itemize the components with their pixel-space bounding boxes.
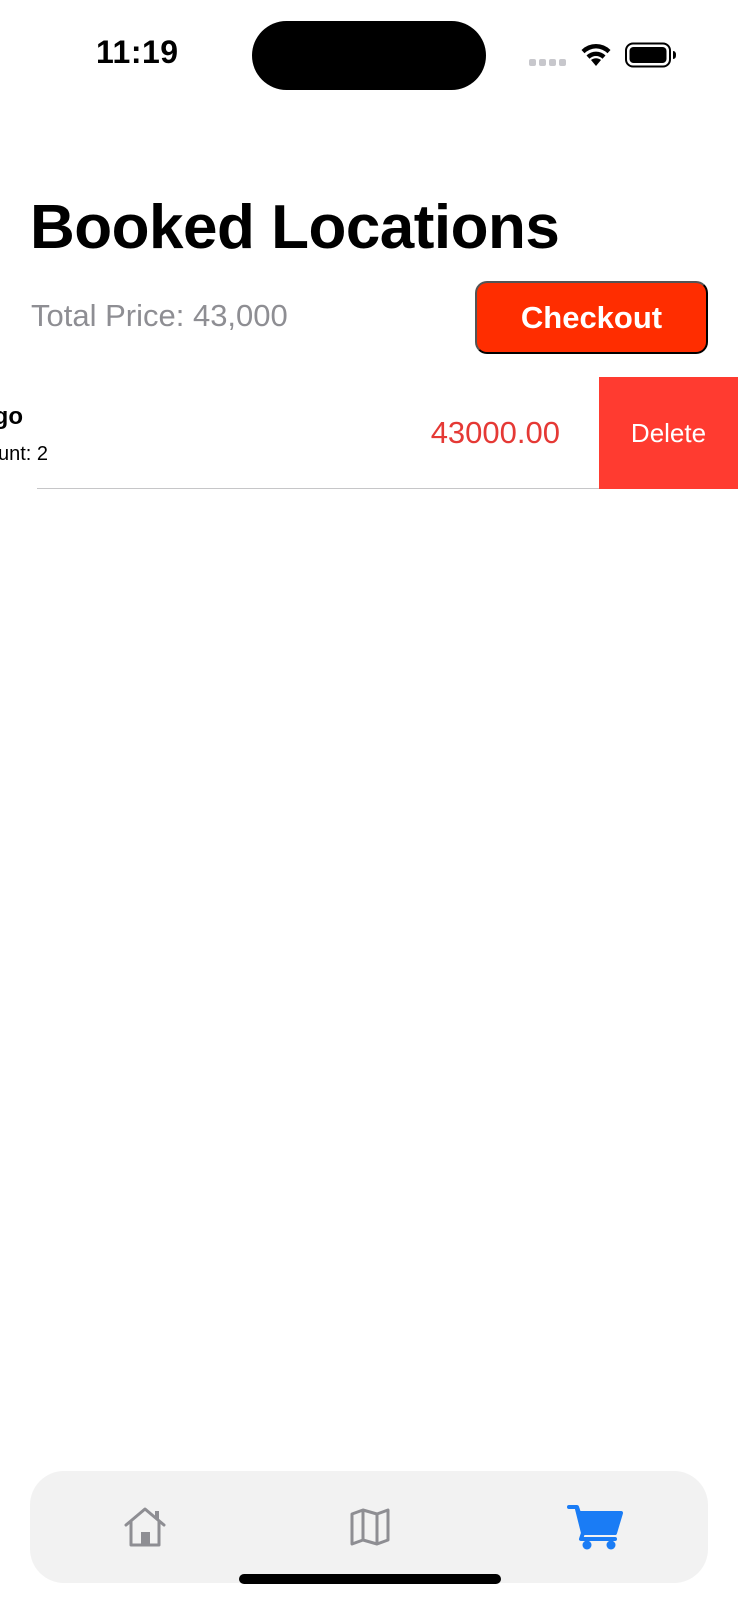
status-bar: 11:19 [0,0,738,110]
wifi-icon [581,43,611,66]
map-icon [350,1508,390,1546]
row-divider [37,488,599,489]
tab-map[interactable] [310,1471,430,1583]
home-indicator [239,1574,501,1584]
tab-home[interactable] [85,1471,205,1583]
battery-icon [625,42,676,68]
cellular-signal-icon [529,59,567,67]
cart-icon [567,1505,623,1550]
tab-bar [30,1471,708,1583]
location-name: go [0,403,23,430]
list-item[interactable]: go unt: 2 43000.00 Delete [0,377,738,489]
location-price: 43000.00 [430,415,560,450]
total-price: Total Price: 43,000 [31,298,288,333]
status-time: 11:19 [96,34,179,70]
home-icon [124,1507,166,1547]
tab-cart[interactable] [535,1471,655,1583]
list-item-content[interactable]: go unt: 2 43000.00 [0,377,600,489]
checkout-button[interactable]: Checkout [475,281,708,354]
dynamic-island [252,21,486,90]
delete-button[interactable]: Delete [599,377,738,489]
location-count: unt: 2 [0,443,48,465]
page-title: Booked Locations [30,193,560,262]
